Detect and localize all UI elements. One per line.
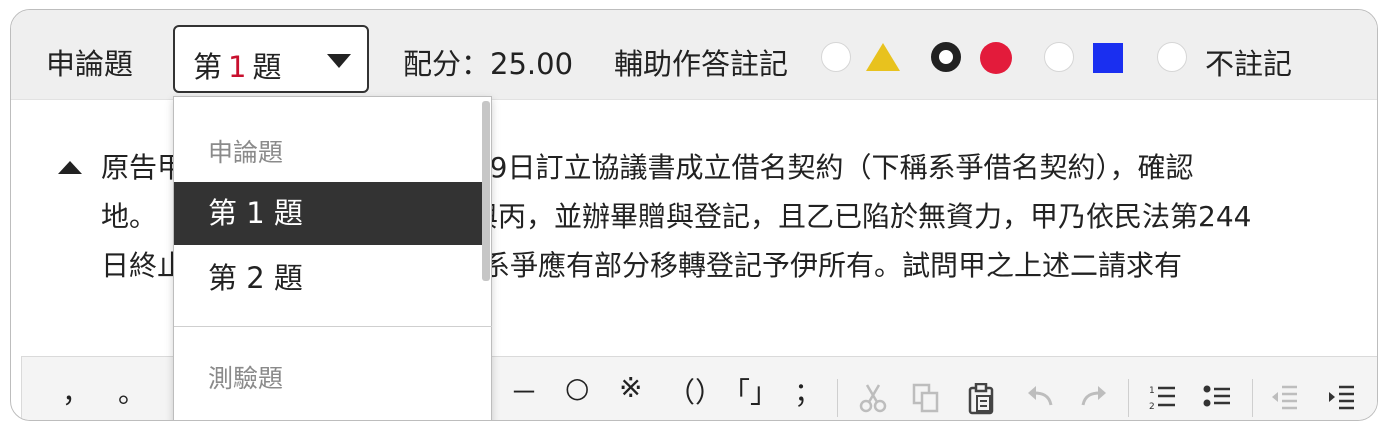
insert-parentheses-button[interactable]: （） <box>667 371 723 411</box>
svg-text:2: 2 <box>1149 402 1155 411</box>
question-type-label: 申論題 <box>46 47 134 81</box>
svg-text:1: 1 <box>1149 386 1155 396</box>
yellow-triangle-icon[interactable] <box>866 43 900 71</box>
toolbar-divider <box>1128 379 1129 417</box>
dropdown-group-quiz: 測驗題 <box>208 364 284 393</box>
question-dropdown-menu: 申論題 第 1 題 第 2 題 測驗題 <box>173 96 492 420</box>
aux-mark-label: 輔助作答註記 <box>614 47 789 81</box>
copy-icon[interactable] <box>912 383 940 413</box>
dropdown-scrollbar[interactable] <box>482 101 490 281</box>
dropdown-group-essay: 申論題 <box>208 138 284 167</box>
red-dot-icon[interactable] <box>980 42 1012 74</box>
outdent-icon[interactable] <box>1270 383 1298 411</box>
numbered-list-icon[interactable]: 1 2 <box>1148 383 1176 411</box>
redo-icon[interactable] <box>1079 383 1109 411</box>
paste-icon[interactable] <box>968 383 996 415</box>
toolbar-divider <box>1252 379 1253 417</box>
dropdown-item-q2[interactable]: 第 2 題 <box>174 247 485 310</box>
insert-quote-button[interactable]: 「」 <box>722 371 778 411</box>
chevron-down-icon <box>327 54 351 68</box>
toolbar-divider <box>837 379 838 417</box>
mark-radio-2[interactable] <box>931 42 961 72</box>
bullet-list-icon[interactable] <box>1203 383 1231 411</box>
insert-period-button[interactable]: 。 <box>118 371 146 411</box>
cut-icon[interactable] <box>859 383 887 413</box>
insert-circle-button[interactable]: ○ <box>565 371 589 404</box>
insert-dash-button[interactable]: － <box>510 371 538 411</box>
mark-radio-3[interactable] <box>1044 42 1074 72</box>
mark-radio-1[interactable] <box>821 42 851 72</box>
mark-radio-4[interactable] <box>1157 42 1187 72</box>
insert-comma-button[interactable]: ， <box>62 371 90 411</box>
indent-icon[interactable] <box>1327 383 1355 411</box>
insert-semicolon-button[interactable]: ； <box>794 371 822 411</box>
score-label: 配分：25.00 <box>403 47 574 81</box>
dropdown-divider <box>174 326 492 327</box>
no-mark-label: 不註記 <box>1205 47 1293 81</box>
question-select[interactable]: 第1題 <box>173 25 369 93</box>
question-select-value: 第1題 <box>193 50 282 84</box>
insert-reference-mark-button[interactable]: ※ <box>619 371 642 404</box>
blue-square-icon[interactable] <box>1093 43 1123 73</box>
undo-icon[interactable] <box>1025 383 1055 411</box>
triangle-marker-icon <box>58 161 82 174</box>
dropdown-item-q1[interactable]: 第 1 題 <box>174 182 485 245</box>
top-toolbar: 申論題 第1題 配分：25.00 輔助作答註記 不註記 <box>11 10 1377 100</box>
app-frame: 申論題 第1題 配分：25.00 輔助作答註記 不註記 原告甲 3月19日訂立協議… <box>10 9 1378 421</box>
